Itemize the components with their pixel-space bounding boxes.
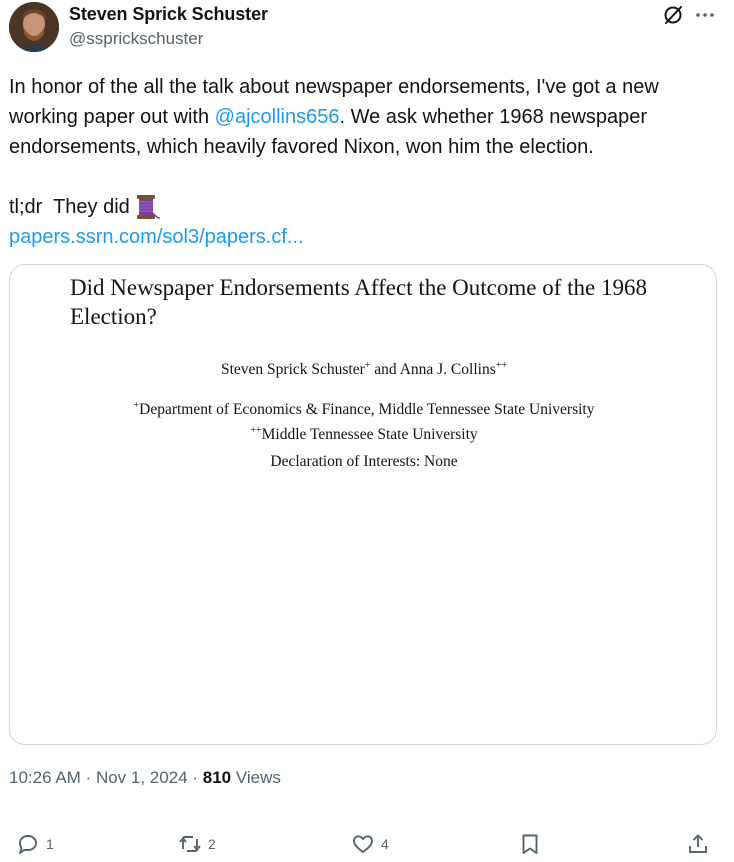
share-button[interactable] (686, 832, 716, 856)
tweet-date[interactable]: Nov 1, 2024 (96, 768, 188, 787)
mention-link[interactable]: @ajcollins656 (215, 106, 340, 128)
paper-link[interactable]: papers.ssrn.com/sol3/papers.cf... (9, 222, 721, 252)
bookmark-button[interactable] (518, 832, 548, 856)
affiliation-1: +Department of Economics & Finance, Midd… (10, 395, 716, 420)
like-icon (353, 835, 373, 853)
meta-separator-2: · (187, 768, 203, 787)
author-handle[interactable]: @ssprickschuster (69, 29, 203, 49)
share-icon (689, 834, 707, 853)
author-name[interactable]: Steven Sprick Schuster (69, 4, 268, 25)
tweet-text: In honor of the all the talk about newsp… (9, 72, 721, 252)
aff2-sup: ++ (250, 425, 262, 436)
reply-count: 1 (46, 836, 54, 852)
author-a: Steven Sprick Schuster (220, 361, 365, 378)
paper-preview-card[interactable]: Did Newspaper Endorsements Affect the Ou… (9, 264, 717, 745)
views-count: 810 (202, 768, 232, 787)
like-button[interactable]: 4 (351, 832, 389, 856)
repost-button[interactable]: 2 (178, 832, 216, 856)
repost-count: 2 (208, 836, 216, 852)
author-b-sup: ++ (495, 360, 508, 371)
paper-authors: Steven Sprick Schuster+ and Anna J. Coll… (10, 360, 716, 379)
paper-title: Did Newspaper Endorsements Affect the Ou… (70, 275, 647, 329)
tweet-header: Steven Sprick Schuster @ssprickschuster (9, 0, 725, 58)
thread-spool-emoji (136, 195, 160, 219)
repost-icon (179, 836, 201, 852)
action-bar: 1 2 4 (0, 820, 734, 860)
meta-separator-1: · (80, 768, 96, 787)
tldr-line: tl;dr They did (9, 192, 721, 222)
affiliation-2: ++Middle Tennessee State University (10, 420, 716, 445)
aff2-text: Middle Tennessee State University (261, 426, 478, 443)
reply-button[interactable]: 1 (16, 832, 54, 856)
avatar-image (9, 2, 59, 52)
paper-affiliations: +Department of Economics & Finance, Midd… (10, 395, 716, 445)
views-label: Views (231, 768, 281, 787)
reply-icon (19, 835, 37, 854)
paper-declaration: Declaration of Interests: None (270, 453, 458, 470)
tweet-time[interactable]: 10:26 AM (9, 768, 81, 787)
grok-icon[interactable] (662, 4, 684, 26)
more-icon[interactable] (693, 6, 717, 24)
bookmark-icon (522, 834, 538, 854)
author-b: Anna J. Collins (399, 361, 496, 378)
aff1-text: Department of Economics & Finance, Middl… (139, 401, 595, 418)
tweet-meta: 10:26 AM · Nov 1, 2024 · 810 Views (9, 768, 281, 788)
like-count: 4 (381, 836, 389, 852)
avatar[interactable] (9, 2, 59, 52)
tldr-text: tl;dr They did (9, 196, 130, 218)
authors-and: and (370, 361, 400, 378)
